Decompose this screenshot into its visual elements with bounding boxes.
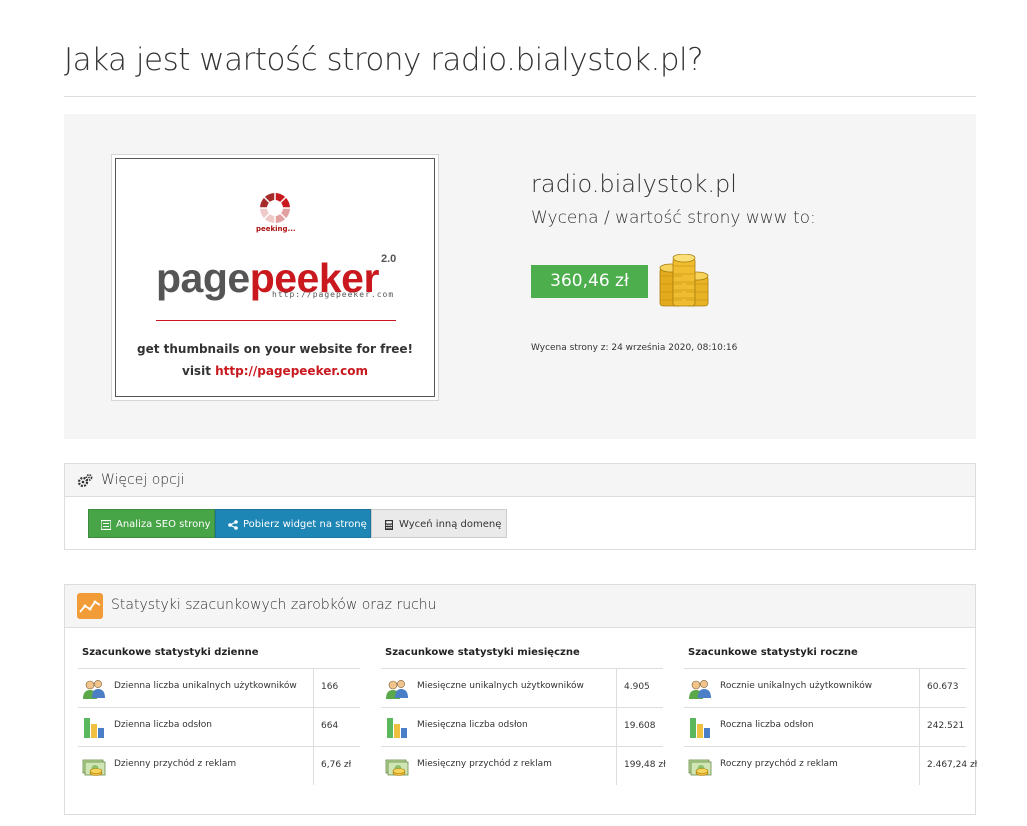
more-options-header: Więcej opcji <box>65 464 975 497</box>
get-widget-button[interactable]: Pobierz widget na stronę <box>215 509 371 538</box>
value-another-domain-button[interactable]: Wyceń inną domenę <box>371 509 507 538</box>
row-value: 242.521 <box>927 721 965 731</box>
row-label: Dzienna liczba odsłon <box>114 720 212 730</box>
calculator-icon <box>385 520 393 530</box>
table-row: Rocznie unikalnych użytkowników 60.673 <box>684 668 966 707</box>
table-row: Miesięczny przychód z reklam 199,48 zł <box>381 746 666 785</box>
row-label: Miesięczne unikalnych użytkowników <box>417 681 584 691</box>
domain-name: radio.bialystok.pl <box>531 170 737 198</box>
loading-status: peeking... <box>256 225 296 233</box>
table-row: Roczna liczba odsłon 242.521 <box>684 707 966 746</box>
gears-icon <box>77 474 93 488</box>
logo-divider <box>156 320 396 321</box>
table-row: Miesięczne unikalnych użytkowników 4.905 <box>381 668 663 707</box>
daily-stats-title: Szacunkowe statystyki dzienne <box>82 647 259 658</box>
traffic-stats-title: Statystyki szacunkowych zarobków oraz ru… <box>111 597 437 613</box>
row-label: Miesięczny przychód z reklam <box>417 759 552 769</box>
bar-chart-icon <box>84 718 104 738</box>
row-value: 60.673 <box>927 682 959 692</box>
logo-version: 2.0 <box>381 253 397 265</box>
row-value: 4.905 <box>624 682 650 692</box>
money-icon <box>688 759 712 776</box>
thumbnail-placeholder: peeking... pagepeeker 2.0 http://pagepee… <box>115 158 435 397</box>
table-row: Roczny przychód z reklam 2.467,24 zł <box>684 746 977 785</box>
row-value: 2.467,24 zł <box>927 760 978 770</box>
line-chart-icon <box>77 593 103 619</box>
row-value: 6,76 zł <box>321 760 352 770</box>
yearly-stats-title: Szacunkowe statystyki roczne <box>688 647 858 658</box>
money-icon <box>82 759 106 776</box>
loading-spinner-icon <box>260 193 290 223</box>
row-label: Roczna liczba odsłon <box>720 720 814 730</box>
share-icon <box>228 520 238 530</box>
users-icon <box>386 680 408 699</box>
row-label: Roczny przychód z reklam <box>720 759 838 769</box>
valuation-hero: peeking... pagepeeker 2.0 http://pagepee… <box>64 114 976 439</box>
table-row: Dzienna liczba unikalnych użytkowników 1… <box>78 668 360 707</box>
row-value: 166 <box>321 682 339 692</box>
bar-chart-icon <box>690 718 710 738</box>
more-options-title: Więcej opcji <box>101 472 185 488</box>
table-row: Miesięczna liczba odsłon 19.608 <box>381 707 663 746</box>
table-row: Dzienny przychód z reklam 6,76 zł <box>78 746 360 785</box>
traffic-stats-panel: Statystyki szacunkowych zarobków oraz ru… <box>64 584 977 815</box>
table-row: Dzienna liczba odsłon 664 <box>78 707 360 746</box>
title-divider <box>64 96 976 97</box>
list-icon <box>101 520 111 530</box>
valuation-date: Wycena strony z: 24 września 2020, 08:10… <box>531 343 738 353</box>
seo-analysis-button[interactable]: Analiza SEO strony <box>88 509 215 538</box>
row-label: Dzienna liczba unikalnych użytkowników <box>114 681 297 691</box>
daily-stats-column: Szacunkowe statystyki dzienne Dzienna li… <box>78 645 360 785</box>
monthly-stats-title: Szacunkowe statystyki miesięczne <box>385 647 580 658</box>
row-label: Dzienny przychód z reklam <box>114 759 237 769</box>
promo-text: get thumbnails on your website for free! <box>137 342 413 356</box>
monthly-stats-column: Szacunkowe statystyki miesięczne Miesięc… <box>381 645 666 785</box>
row-label: Miesięczna liczba odsłon <box>417 720 528 730</box>
row-value: 19.608 <box>624 721 656 731</box>
row-label: Rocznie unikalnych użytkowników <box>720 681 873 691</box>
more-options-panel: Więcej opcji Analiza SEO strony Pobierz … <box>64 463 976 550</box>
page-title: Jaka jest wartość strony radio.bialystok… <box>64 42 704 78</box>
yearly-stats-column: Szacunkowe statystyki roczne Rocznie uni… <box>684 645 977 785</box>
row-value: 664 <box>321 721 339 731</box>
promo-visit: visit http://pagepeeker.com <box>182 364 368 378</box>
money-icon <box>385 759 409 776</box>
value-badge: 360,46 zł <box>531 265 648 298</box>
bar-chart-icon <box>387 718 407 738</box>
value-label: Wycena / wartość strony www to: <box>531 208 816 228</box>
traffic-stats-header: Statystyki szacunkowych zarobków oraz ru… <box>65 585 975 628</box>
row-value: 199,48 zł <box>624 760 666 770</box>
users-icon <box>689 680 711 699</box>
site-thumbnail: peeking... pagepeeker 2.0 http://pagepee… <box>111 154 439 401</box>
logo-url: http://pagepeeker.com <box>272 290 395 299</box>
gold-coins-icon <box>659 254 709 307</box>
users-icon <box>83 680 105 699</box>
